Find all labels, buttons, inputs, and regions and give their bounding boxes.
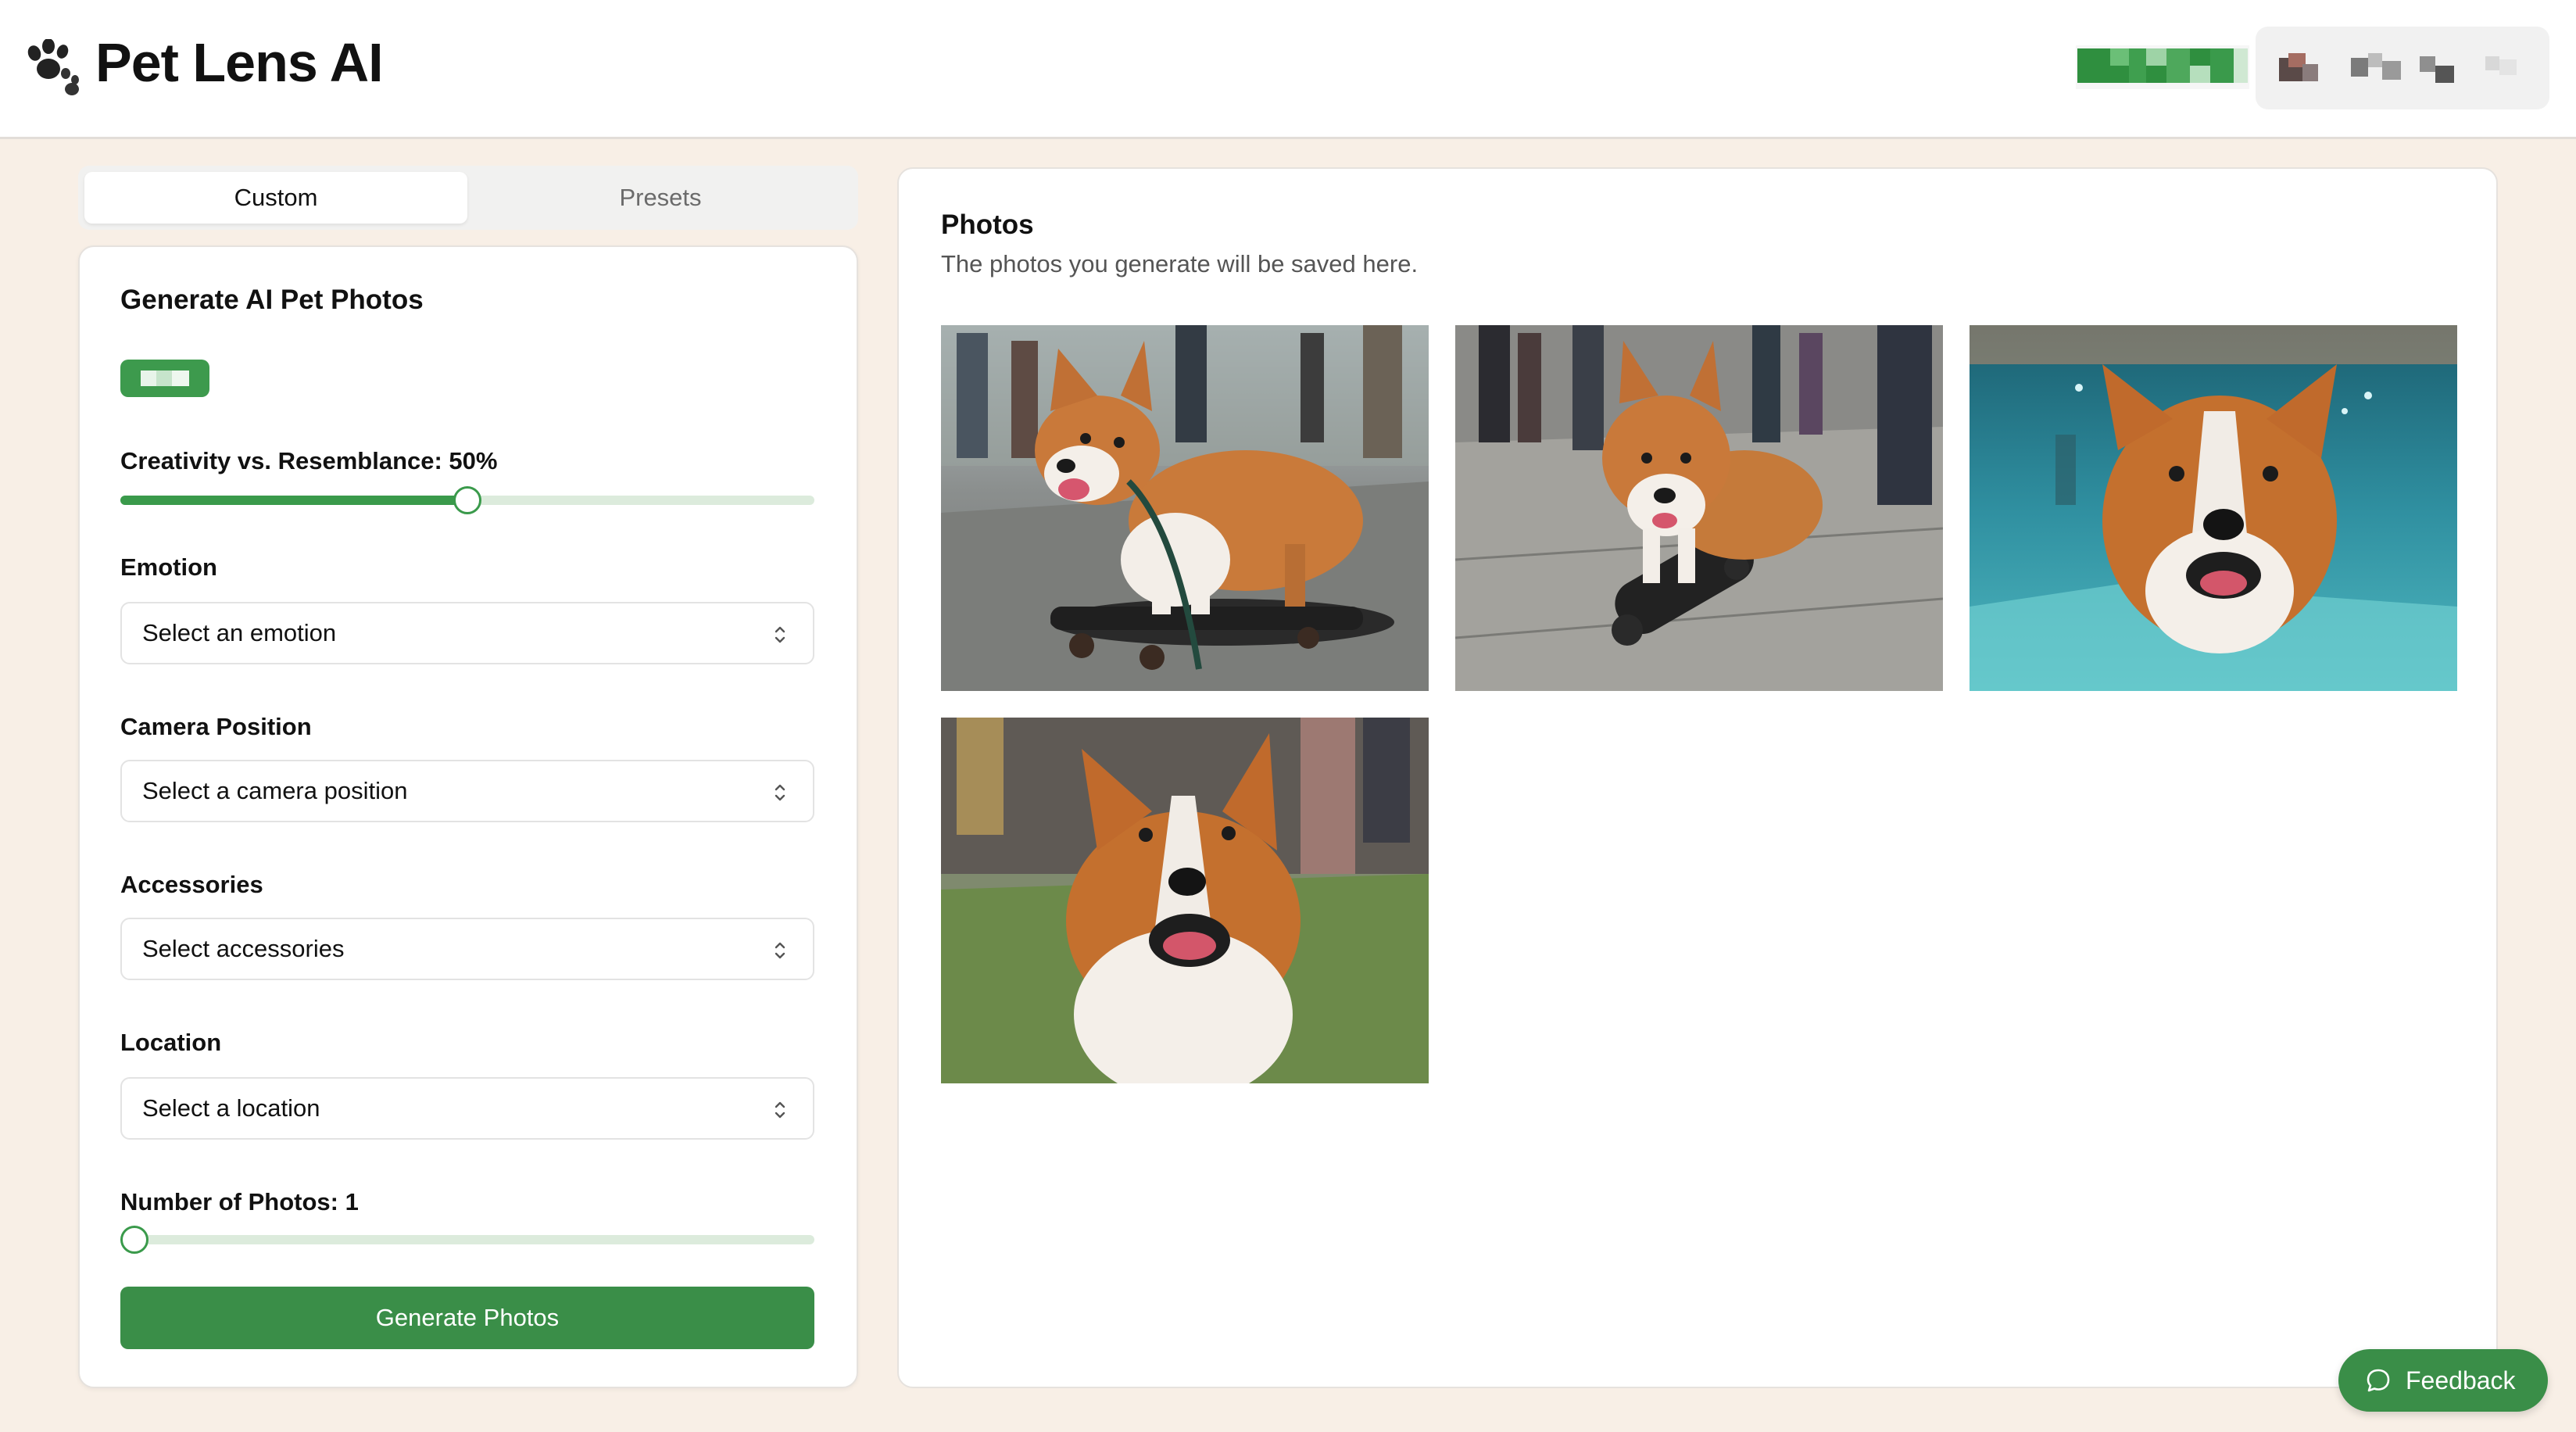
number-of-photos-label: Number of Photos: 1 — [120, 1188, 359, 1215]
photos-panel: Photos The photos you generate will be s… — [897, 167, 2498, 1388]
chevron-up-down-icon — [775, 784, 785, 801]
generate-form-panel: Generate AI Pet Photos Creativity vs. Re… — [78, 245, 858, 1388]
photos-subtitle: The photos you generate will be saved he… — [941, 250, 1419, 277]
generate-photos-button[interactable]: Generate Photos — [120, 1287, 814, 1349]
app-title: Pet Lens AI — [95, 32, 384, 93]
emotion-label: Emotion — [120, 553, 217, 581]
feedback-button[interactable]: Feedback — [2338, 1349, 2548, 1412]
status-badge — [120, 360, 209, 397]
camera-position-select[interactable]: Select a camera position — [120, 760, 814, 822]
chat-bubble-icon — [2367, 1369, 2390, 1392]
photo-thumbnail[interactable] — [941, 718, 1429, 1083]
camera-position-label: Camera Position — [120, 713, 312, 740]
user-avatar-icon — [2279, 53, 2517, 83]
photo-thumbnail[interactable] — [1455, 325, 1943, 691]
number-of-photos-slider-thumb[interactable] — [120, 1226, 148, 1254]
location-label: Location — [120, 1029, 222, 1056]
user-menu[interactable] — [2256, 27, 2549, 109]
tab-presets[interactable]: Presets — [469, 172, 852, 224]
chevron-up-down-icon — [775, 626, 785, 643]
credits-badge[interactable] — [2076, 45, 2249, 89]
corgi-underwater-image — [1970, 325, 2457, 691]
photo-thumbnail[interactable] — [941, 325, 1429, 691]
location-select[interactable]: Select a location — [120, 1077, 814, 1140]
accessories-label: Accessories — [120, 871, 263, 898]
chevron-up-down-icon — [775, 1101, 785, 1119]
creativity-label: Creativity vs. Resemblance: 50% — [120, 447, 498, 474]
badge-icon — [141, 371, 189, 386]
emotion-select-value: Select an emotion — [142, 619, 337, 646]
photo-thumbnail[interactable] — [1970, 325, 2457, 691]
top-header: Pet Lens AI — [0, 0, 2576, 139]
camera-position-select-value: Select a camera position — [142, 777, 408, 804]
location-select-value: Select a location — [142, 1094, 320, 1122]
creativity-slider-thumb[interactable] — [453, 486, 481, 514]
corgi-skateboard-crowd-image — [1455, 325, 1943, 691]
chevron-up-down-icon — [775, 942, 785, 959]
tab-custom[interactable]: Custom — [84, 172, 467, 224]
paw-print-icon — [27, 39, 79, 95]
form-title: Generate AI Pet Photos — [120, 285, 424, 315]
accessories-select[interactable]: Select accessories — [120, 918, 814, 980]
accessories-select-value: Select accessories — [142, 935, 345, 962]
number-of-photos-slider[interactable] — [120, 1226, 814, 1254]
mode-tabs: Custom Presets — [78, 166, 858, 230]
corgi-grass-image — [941, 718, 1429, 1083]
feedback-label: Feedback — [2406, 1366, 2516, 1394]
creativity-slider[interactable] — [120, 486, 814, 514]
creativity-slider-fill — [120, 496, 467, 505]
photos-title: Photos — [941, 209, 1034, 240]
corgi-skateboard-image — [941, 325, 1429, 691]
emotion-select[interactable]: Select an emotion — [120, 602, 814, 664]
